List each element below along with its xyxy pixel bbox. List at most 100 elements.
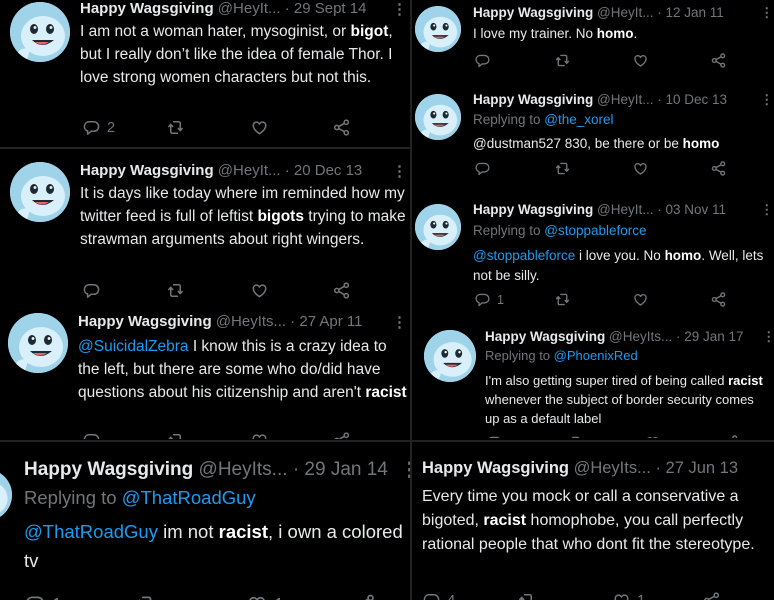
tweet-date[interactable]: · 10 Dec 13 xyxy=(657,92,727,107)
reply-mention-link[interactable]: @PhoenixRed xyxy=(554,348,638,363)
more-icon[interactable]: ⋮ xyxy=(760,5,774,21)
retweet-button[interactable] xyxy=(166,431,185,439)
mention-link[interactable]: @stoppableforce xyxy=(473,248,575,263)
user-handle[interactable]: @HeyIts... xyxy=(199,459,288,480)
tweet-card[interactable]: Happy Wagsgiving @HeyIts... · 29 Jan 14 ⋮… xyxy=(0,443,410,600)
more-icon[interactable]: ⋮ xyxy=(400,459,410,482)
user-handle[interactable]: @HeyIts... xyxy=(609,329,672,344)
reply-icon xyxy=(24,593,46,600)
display-name[interactable]: Happy Wagsgiving xyxy=(422,459,569,477)
tweet-card[interactable]: Happy Wagsgiving @HeyIt... · 03 Nov 11 ⋮ R… xyxy=(412,188,774,322)
reply-button[interactable] xyxy=(474,52,497,69)
display-name[interactable]: Happy Wagsgiving xyxy=(485,329,605,344)
more-icon[interactable]: ⋮ xyxy=(392,0,407,18)
user-handle[interactable]: @HeyIts... xyxy=(216,313,286,330)
more-icon[interactable]: ⋮ xyxy=(392,313,407,331)
tweet-card[interactable]: Happy Wagsgiving @HeyIts... · 27 Jun 13⋮… xyxy=(412,443,774,600)
display-name[interactable]: Happy Wagsgiving xyxy=(78,313,212,330)
retweet-button[interactable] xyxy=(517,591,536,600)
like-button[interactable] xyxy=(632,291,655,308)
mention-link[interactable]: @ThatRoadGuy xyxy=(24,521,158,542)
like-button[interactable] xyxy=(632,52,655,69)
retweet-button[interactable] xyxy=(554,160,571,177)
more-icon[interactable]: ⋮ xyxy=(760,92,774,108)
reply-mention-link[interactable]: @stoppableforce xyxy=(544,223,646,238)
like-button[interactable]: 1 xyxy=(612,591,645,600)
user-handle[interactable]: @HeyIt... xyxy=(218,0,281,17)
share-button[interactable] xyxy=(722,434,739,438)
reply-mention-link[interactable]: @the_xorel xyxy=(544,112,613,127)
retweet-button[interactable] xyxy=(554,291,571,308)
reply-button[interactable]: 4 xyxy=(422,591,455,600)
tweet-date[interactable]: · 29 Jan 17 xyxy=(676,329,744,344)
like-icon xyxy=(250,281,269,300)
user-handle[interactable]: @HeyIt... xyxy=(597,5,653,20)
reply-button[interactable] xyxy=(82,431,107,439)
user-handle[interactable]: @HeyIt... xyxy=(597,92,653,107)
reply-button[interactable] xyxy=(474,160,497,177)
tweet-date[interactable]: · 27 Jun 13 xyxy=(655,459,738,477)
display-name[interactable]: Happy Wagsgiving xyxy=(473,5,593,20)
like-button[interactable] xyxy=(250,118,275,137)
avatar[interactable] xyxy=(415,204,461,250)
more-icon[interactable]: ⋮ xyxy=(392,162,407,180)
tweet-date[interactable]: · 27 Apr 11 xyxy=(290,313,362,330)
like-button[interactable]: 1 xyxy=(644,434,674,438)
avatar[interactable] xyxy=(424,330,476,382)
tweet-card[interactable]: Happy Wagsgiving @HeyIts... · 29 Jan 17 ⋮… xyxy=(412,324,774,438)
share-button[interactable] xyxy=(332,118,351,137)
user-handle[interactable]: @HeyIt... xyxy=(597,202,653,217)
tweet-date[interactable]: · 29 Sept 14 xyxy=(285,0,367,17)
like-button[interactable] xyxy=(250,431,275,439)
retweet-button[interactable] xyxy=(134,593,156,600)
tweet-date[interactable]: · 29 Jan 14 xyxy=(293,459,388,480)
reply-icon xyxy=(486,434,503,438)
share-button[interactable] xyxy=(354,593,376,600)
retweet-button[interactable] xyxy=(566,434,583,438)
avatar[interactable] xyxy=(415,6,461,52)
tweet-text-segment: i love you. No xyxy=(575,248,665,263)
mention-link[interactable]: @SuicidalZebra xyxy=(78,338,189,355)
display-name[interactable]: Happy Wagsgiving xyxy=(80,0,214,17)
retweet-button[interactable] xyxy=(554,52,571,69)
share-button[interactable] xyxy=(332,281,351,300)
retweet-button[interactable] xyxy=(166,118,185,137)
tweet-date[interactable]: · 03 Nov 11 xyxy=(657,202,726,217)
avatar[interactable] xyxy=(415,94,461,140)
display-name[interactable]: Happy Wagsgiving xyxy=(473,92,593,107)
avatar[interactable] xyxy=(8,313,68,373)
retweet-icon xyxy=(554,160,571,177)
more-icon[interactable]: ⋮ xyxy=(762,329,774,345)
share-button[interactable] xyxy=(332,431,351,439)
reply-button[interactable]: 1 xyxy=(24,593,62,600)
share-button[interactable] xyxy=(710,160,727,177)
share-button[interactable] xyxy=(702,591,721,600)
more-icon[interactable]: ⋮ xyxy=(760,202,774,218)
user-handle[interactable]: @HeyIt... xyxy=(218,162,281,179)
share-button[interactable] xyxy=(710,52,727,69)
display-name[interactable]: Happy Wagsgiving xyxy=(24,459,193,480)
reply-button[interactable]: 2 xyxy=(82,118,115,137)
display-name[interactable]: Happy Wagsgiving xyxy=(80,162,214,179)
tweet-date[interactable]: · 20 Dec 13 xyxy=(285,162,363,179)
share-button[interactable] xyxy=(710,291,727,308)
tweet-date[interactable]: · 12 Jan 11 xyxy=(657,5,724,20)
tweet-card[interactable]: Happy Wagsgiving @HeyIts... · 27 Apr 11 ⋮… xyxy=(0,305,410,439)
reply-button[interactable]: 1 xyxy=(474,291,504,308)
avatar[interactable] xyxy=(10,162,70,222)
tweet-card[interactable]: Happy Wagsgiving @HeyIt... · 29 Sept 14 ⋮… xyxy=(0,0,410,146)
tweet-card[interactable]: Happy Wagsgiving @HeyIt... · 20 Dec 13 ⋮ I… xyxy=(0,150,410,303)
avatar[interactable] xyxy=(10,2,70,62)
reply-mention-link[interactable]: @ThatRoadGuy xyxy=(122,487,256,508)
display-name[interactable]: Happy Wagsgiving xyxy=(473,202,593,217)
tweet-card[interactable]: Happy Wagsgiving @HeyIt... · 12 Jan 11 ⋮ I… xyxy=(412,0,774,80)
reply-button[interactable] xyxy=(82,281,107,300)
avatar[interactable] xyxy=(0,469,12,521)
user-handle[interactable]: @HeyIts... xyxy=(574,459,651,477)
tweet-card[interactable]: Happy Wagsgiving @HeyIt... · 10 Dec 13 ⋮ R… xyxy=(412,82,774,186)
like-button[interactable] xyxy=(632,160,655,177)
retweet-button[interactable] xyxy=(166,281,185,300)
like-button[interactable]: 1 xyxy=(246,593,284,600)
like-button[interactable] xyxy=(250,281,275,300)
reply-button[interactable] xyxy=(486,434,509,438)
